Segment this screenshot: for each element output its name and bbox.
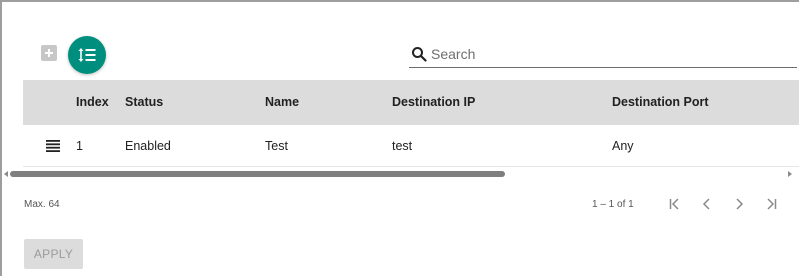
cell-name: Test [265,139,288,153]
scroll-left-arrow-icon[interactable] [4,171,8,177]
cell-destination-port: Any [612,139,634,153]
add-rule-button[interactable] [41,45,57,61]
column-header-index[interactable]: Index [76,80,109,125]
column-header-name[interactable]: Name [265,80,299,125]
cell-destination-ip: test [392,139,413,153]
chevron-left-icon [702,198,710,210]
search-input[interactable] [431,45,771,62]
previous-page-button[interactable] [696,194,718,214]
cell-index: 1 [76,139,83,153]
column-header-destination-ip[interactable]: Destination IP [392,80,475,125]
first-page-icon [669,198,679,210]
search-icon [412,46,427,62]
column-header-status[interactable]: Status [125,80,163,125]
max-entries-label: Max. 64 [24,199,60,210]
last-page-button[interactable] [760,194,782,214]
table-row[interactable]: 1 Enabled Test test Any [23,125,799,167]
cell-status: Enabled [125,139,171,153]
horizontal-scrollbar[interactable] [0,169,799,179]
reorder-icon [78,48,96,62]
chevron-right-icon [736,198,744,210]
rules-table: Index Status Name Destination IP Destina… [23,80,799,167]
last-page-icon [767,198,777,210]
column-header-destination-port[interactable]: Destination Port [612,80,709,125]
table-header: Index Status Name Destination IP Destina… [23,80,799,125]
next-page-button[interactable] [728,194,750,214]
pagination-range: 1 – 1 of 1 [592,199,634,210]
apply-button[interactable]: APPLY [24,239,83,269]
first-page-button[interactable] [664,194,686,214]
reorder-button[interactable] [68,36,106,74]
drag-handle-icon[interactable] [46,140,60,152]
search-field[interactable] [409,40,797,68]
scroll-thumb[interactable] [10,171,505,177]
plus-icon [45,49,53,57]
scroll-right-arrow-icon[interactable] [788,171,792,177]
